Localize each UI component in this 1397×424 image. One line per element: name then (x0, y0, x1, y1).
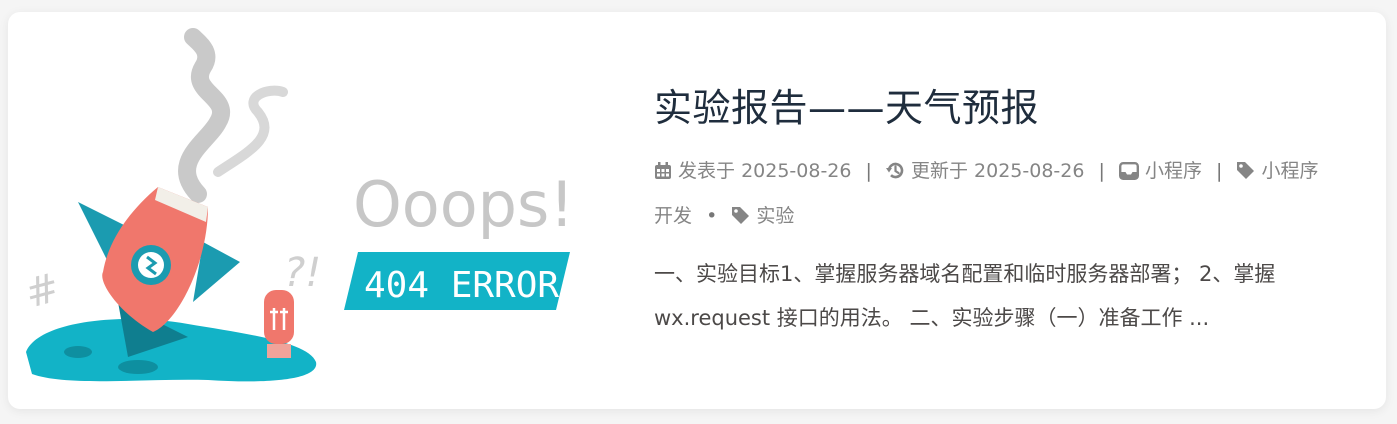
cover-banner-text: 404 ERROR (364, 265, 559, 306)
tag-link[interactable]: 实验 (756, 205, 794, 227)
puddle-stone-2 (64, 346, 92, 358)
cover-question-marks: ?! (284, 250, 321, 296)
puddle-stone (118, 360, 158, 374)
meta-separator: | (865, 160, 872, 182)
published-date: 2025-08-26 (741, 160, 852, 182)
post-title[interactable]: 实验报告——天气预报 (654, 80, 1326, 136)
calendar-icon (654, 153, 672, 195)
tag-icon (1236, 153, 1255, 195)
cover-heading: Ooops! (353, 168, 574, 241)
cover-hash-mark: # (20, 265, 64, 318)
history-icon (885, 153, 905, 195)
post-info: 实验报告——天气预报 发表于 2025-08-26 | 更新于 2025-08-… (654, 80, 1326, 340)
post-meta: 发表于 2025-08-26 | 更新于 2025-08-26 | 小程序 | (654, 150, 1326, 240)
inbox-icon (1118, 153, 1139, 195)
bulb-base (267, 344, 291, 358)
meta-separator: | (1216, 160, 1223, 182)
post-cover-image[interactable]: # ?! Ooops! 404 ERROR (8, 12, 608, 409)
updated-date: 2025-08-26 (974, 160, 1085, 182)
updated-label: 更新于 (910, 160, 968, 182)
tag-icon (731, 198, 750, 240)
cover-illustration: # ?! Ooops! 404 ERROR (20, 28, 574, 382)
category-link[interactable]: 小程序 (1145, 160, 1202, 182)
post-card: # ?! Ooops! 404 ERROR 实验报告——天气预报 发表于 202… (8, 12, 1386, 409)
published-label: 发表于 (678, 160, 736, 182)
tag-separator: • (706, 205, 718, 227)
post-excerpt: 一、实验目标1、掌握服务器域名配置和临时服务器部署； 2、掌握 wx.reque… (654, 262, 1276, 330)
bulb-shape (264, 290, 294, 344)
meta-separator: | (1098, 160, 1105, 182)
